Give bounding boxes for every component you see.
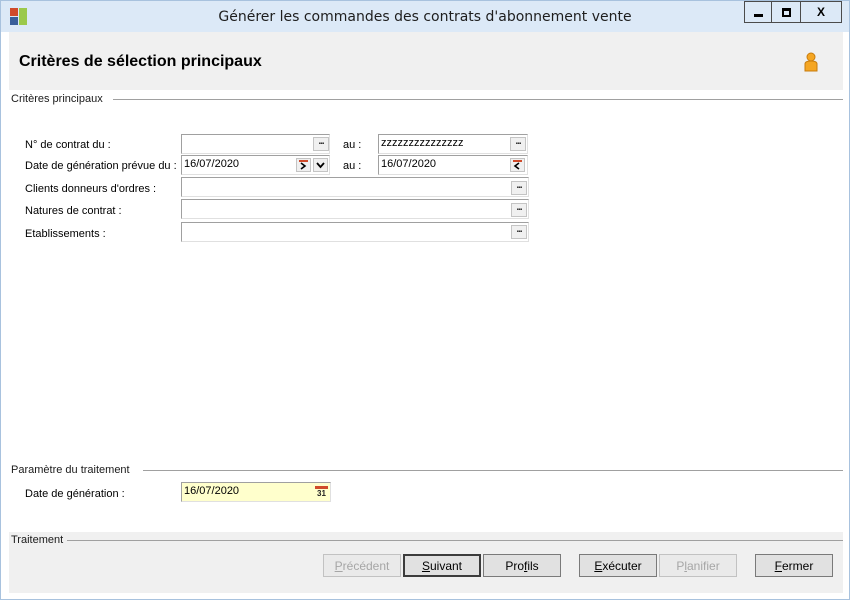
etablissements-lookup-button[interactable]: ... xyxy=(511,225,527,239)
maximize-icon xyxy=(781,7,791,17)
clients-lookup-button[interactable]: ... xyxy=(511,181,527,195)
ellipsis-icon: ... xyxy=(318,136,324,147)
ellipsis-icon: ... xyxy=(516,202,522,213)
criteria-group-title: Critères principaux xyxy=(11,93,107,105)
param-gen-date-label: Date de génération : xyxy=(25,488,125,500)
previous-button-label: Précédent xyxy=(334,558,390,573)
contract-to-lookup-button[interactable]: ... xyxy=(510,137,526,151)
user-icon[interactable] xyxy=(803,52,819,72)
natures-input[interactable] xyxy=(181,199,529,219)
minimize-button[interactable] xyxy=(744,1,772,23)
clients-input[interactable] xyxy=(181,177,529,197)
gen-date-to-label: au : xyxy=(343,160,362,172)
ellipsis-icon: ... xyxy=(516,180,522,191)
header-panel: Critères de sélection principaux xyxy=(9,32,843,90)
chevron-right-icon xyxy=(299,160,308,170)
close-button-label: Fermer xyxy=(774,558,814,573)
etablissements-label: Etablissements : xyxy=(25,228,106,240)
next-button[interactable]: Suivant xyxy=(403,554,481,577)
profiles-button[interactable]: Profils xyxy=(483,554,561,577)
previous-button[interactable]: Précédent xyxy=(323,554,401,577)
ellipsis-icon: ... xyxy=(515,136,521,147)
calendar-icon: 31 xyxy=(315,485,328,499)
treatment-group-title: Traitement xyxy=(11,534,68,546)
page-title: Critères de sélection principaux xyxy=(19,53,262,70)
calendar-button[interactable]: 31 xyxy=(314,485,329,499)
contract-to-input[interactable]: zzzzzzzzzzzzzzz xyxy=(378,134,528,154)
execute-button[interactable]: Exécuter xyxy=(579,554,657,577)
minimize-icon xyxy=(753,13,763,17)
clients-label: Clients donneurs d'ordres : xyxy=(25,183,157,195)
title-bar[interactable]: Générer les commandes des contrats d'abo… xyxy=(1,1,849,32)
contract-to-label: au : xyxy=(343,139,362,151)
execute-button-label: Exécuter xyxy=(594,558,642,573)
natures-lookup-button[interactable]: ... xyxy=(511,203,527,217)
close-icon: X xyxy=(816,5,825,19)
params-group-line xyxy=(143,470,843,471)
gen-date-from-label: Date de génération prévue du : xyxy=(25,160,177,172)
param-gen-date-input[interactable]: 16/07/2020 xyxy=(181,482,331,502)
contract-from-input[interactable] xyxy=(181,134,330,154)
chevron-down-icon xyxy=(316,162,325,169)
gen-date-from-next-button[interactable] xyxy=(296,158,311,172)
main-window: Générer les commandes des contrats d'abo… xyxy=(0,0,850,600)
gen-date-from-dropdown-button[interactable] xyxy=(313,158,328,172)
close-window-button[interactable]: X xyxy=(800,1,842,23)
schedule-button-label: Planifier xyxy=(676,558,720,573)
chevron-left-icon xyxy=(513,160,522,170)
gen-date-to-input[interactable]: 16/07/2020 xyxy=(378,155,528,175)
profiles-button-label: Profils xyxy=(505,558,539,573)
schedule-button[interactable]: Planifier xyxy=(659,554,737,577)
window-title: Générer les commandes des contrats d'abo… xyxy=(218,9,632,25)
contract-from-label: N° de contrat du : xyxy=(25,139,111,151)
next-button-label: Suivant xyxy=(421,558,463,573)
natures-label: Natures de contrat : xyxy=(25,205,122,217)
contract-from-lookup-button[interactable]: ... xyxy=(313,137,329,151)
params-group-title: Paramètre du traitement xyxy=(11,464,134,476)
maximize-button[interactable] xyxy=(771,1,801,23)
ellipsis-icon: ... xyxy=(516,224,522,235)
gen-date-to-prev-button[interactable] xyxy=(510,158,525,172)
treatment-group-line xyxy=(65,540,843,541)
etablissements-input[interactable] xyxy=(181,222,529,242)
criteria-group-line xyxy=(113,99,843,100)
close-button[interactable]: Fermer xyxy=(755,554,833,577)
